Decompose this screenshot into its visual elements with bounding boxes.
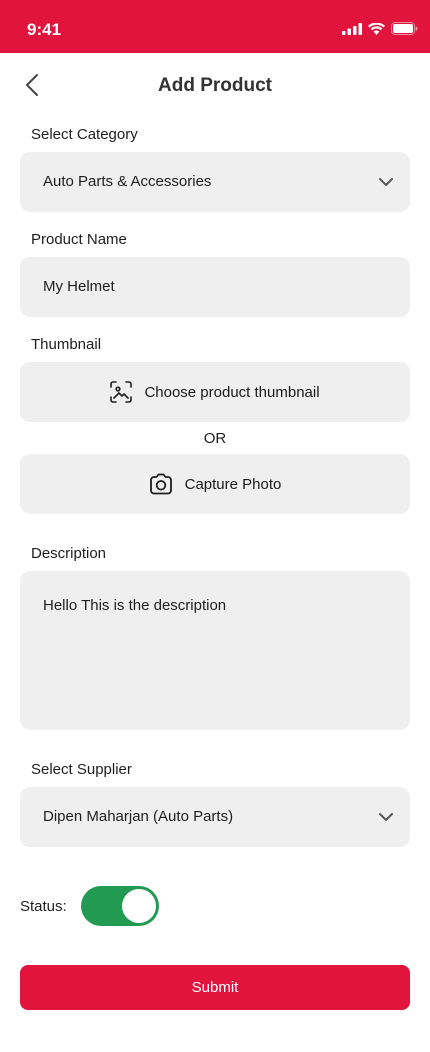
product-name-input[interactable]: My Helmet <box>20 257 410 317</box>
toggle-knob <box>122 889 156 923</box>
category-value: Auto Parts & Accessories <box>43 173 212 190</box>
status-label: Status: <box>20 898 67 915</box>
supplier-label: Select Supplier <box>31 761 132 778</box>
thumbnail-label: Thumbnail <box>31 336 102 353</box>
supplier-value: Dipen Maharjan (Auto Parts) <box>43 808 234 825</box>
product-name-label: Product Name <box>31 231 127 248</box>
category-select[interactable]: Auto Parts & Accessories <box>20 152 410 212</box>
status-icons <box>342 22 418 35</box>
choose-thumbnail-button[interactable]: Choose product thumbnail <box>20 362 410 422</box>
status-toggle[interactable] <box>81 886 159 926</box>
description-value: Hello This is the description <box>43 597 227 614</box>
chevron-down-icon <box>379 178 393 186</box>
product-name-value: My Helmet <box>43 278 115 295</box>
header: Add Product <box>0 53 430 117</box>
submit-button[interactable]: Submit <box>20 965 410 1010</box>
page-title: Add Product <box>158 75 272 96</box>
chevron-down-icon <box>379 813 393 821</box>
supplier-select[interactable]: Dipen Maharjan (Auto Parts) <box>20 787 410 847</box>
signal-icon <box>342 22 362 35</box>
choose-thumbnail-label: Choose product thumbnail <box>144 383 320 401</box>
capture-photo-button[interactable]: Capture Photo <box>20 454 410 514</box>
capture-photo-label: Capture Photo <box>184 475 282 493</box>
status-time: 9:41 <box>27 20 62 39</box>
or-divider: OR <box>203 430 227 447</box>
description-label: Description <box>31 545 107 562</box>
battery-icon <box>391 22 418 35</box>
category-label: Select Category <box>31 126 138 143</box>
camera-icon <box>149 473 172 495</box>
description-textarea[interactable]: Hello This is the description <box>20 571 410 730</box>
image-scan-icon <box>110 381 133 403</box>
wifi-icon <box>368 22 385 35</box>
status-bar: 9:41 <box>0 0 430 53</box>
